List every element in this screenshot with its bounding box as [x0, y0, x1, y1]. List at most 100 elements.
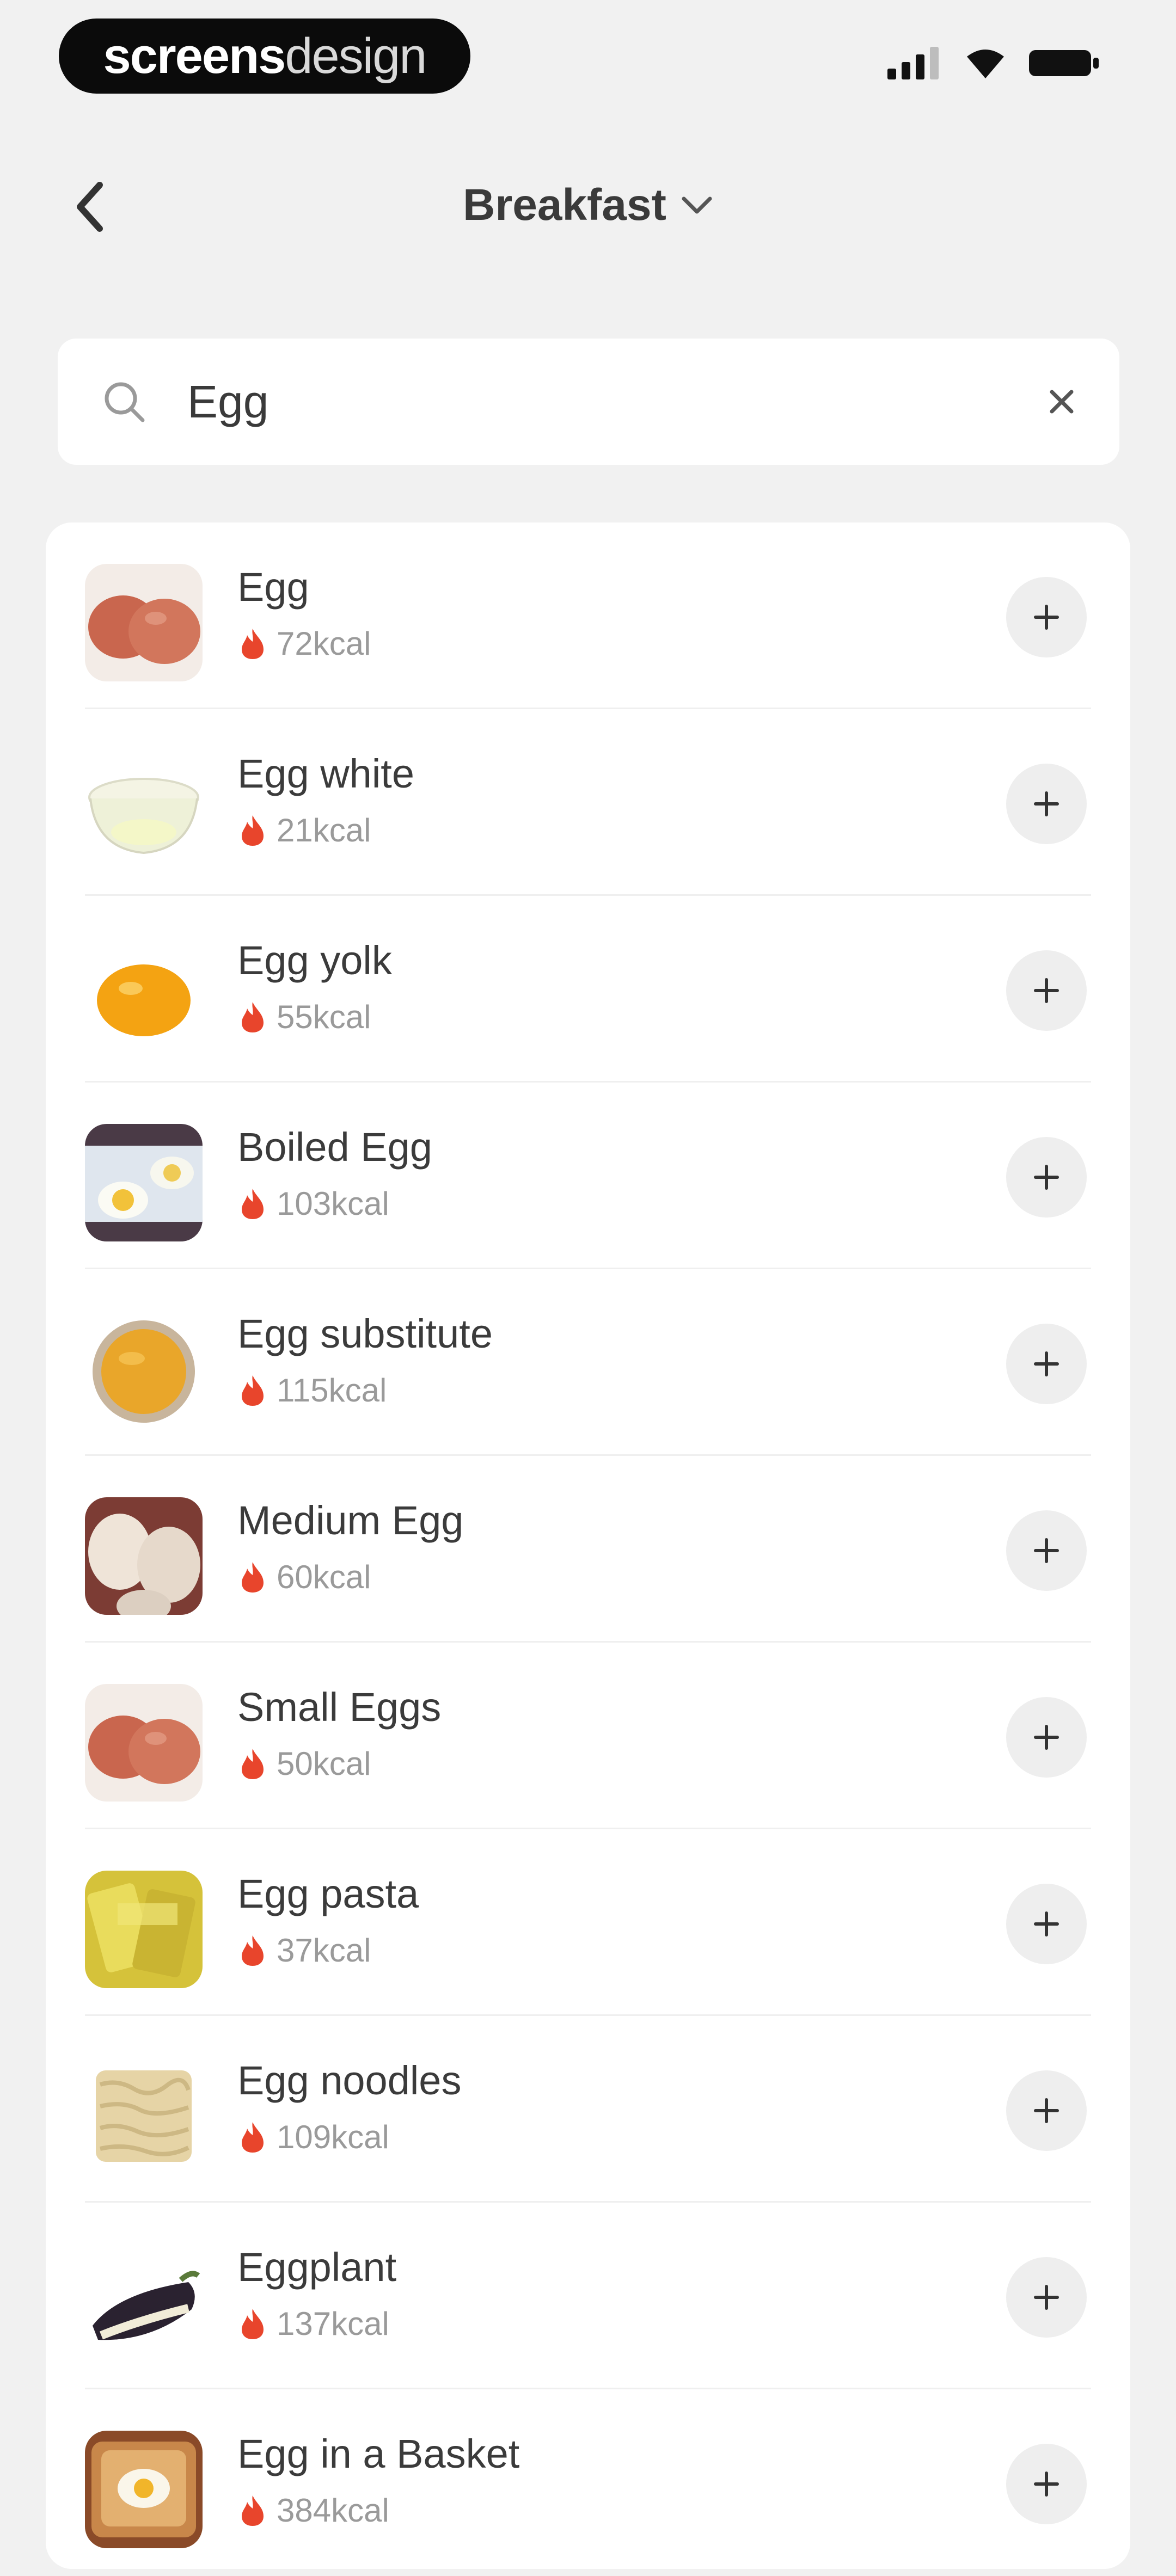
results-list: Egg 72kcal Egg white 21kcal Egg yolk 55kcal Bo… — [46, 522, 1130, 2569]
add-food-button[interactable] — [1006, 1324, 1087, 1404]
food-result-row[interactable]: Egg noodles 109kcal — [46, 2016, 1130, 2203]
food-kcal: 103kcal — [277, 1185, 389, 1222]
food-result-row[interactable]: Egg substitute 115kcal — [46, 1269, 1130, 1456]
food-thumbnail — [85, 1497, 203, 1615]
food-thumbnail — [85, 751, 203, 868]
food-name: Egg in a Basket — [237, 2431, 520, 2476]
food-name: Egg yolk — [237, 938, 392, 983]
food-result-row[interactable]: Egg white 21kcal — [46, 709, 1130, 896]
flame-icon — [242, 1748, 264, 1779]
add-food-button[interactable] — [1006, 764, 1087, 844]
brand-logo-bold: screens — [103, 28, 286, 84]
food-calories: 55kcal — [240, 998, 371, 1036]
flame-icon — [242, 1188, 264, 1219]
flame-icon — [242, 1935, 264, 1966]
food-thumbnail — [85, 2244, 203, 2362]
food-name: Small Eggs — [237, 1684, 442, 1730]
add-food-button[interactable] — [1006, 1137, 1087, 1218]
signal-icon — [887, 47, 939, 79]
plus-icon — [1034, 1911, 1059, 1936]
food-calories: 137kcal — [240, 2305, 389, 2343]
search-input[interactable] — [186, 366, 1005, 438]
food-calories: 50kcal — [240, 1745, 371, 1782]
flame-icon — [242, 2495, 264, 2526]
plus-icon — [1034, 1351, 1059, 1376]
food-name: Egg substitute — [237, 1311, 493, 1356]
food-result-row[interactable]: Egg in a Basket 384kcal — [46, 2389, 1130, 2576]
add-food-button[interactable] — [1006, 1697, 1087, 1778]
battery-icon — [1029, 50, 1099, 76]
plus-icon — [1034, 2285, 1059, 2310]
food-thumbnail — [85, 1684, 203, 1802]
food-thumbnail — [85, 2057, 203, 2175]
food-thumbnail — [85, 564, 203, 681]
add-food-button[interactable] — [1006, 2444, 1087, 2524]
food-kcal: 384kcal — [277, 2492, 389, 2529]
chevron-down-icon — [682, 196, 712, 214]
food-calories: 109kcal — [240, 2118, 389, 2156]
flame-icon — [242, 628, 264, 659]
close-icon — [1050, 390, 1074, 414]
add-food-button[interactable] — [1006, 1510, 1087, 1591]
food-result-row[interactable]: Small Eggs 50kcal — [46, 1643, 1130, 1829]
food-result-row[interactable]: Medium Egg 60kcal — [46, 1456, 1130, 1643]
food-name: Medium Egg — [237, 1498, 464, 1543]
food-calories: 384kcal — [240, 2492, 389, 2529]
flame-icon — [242, 815, 264, 846]
plus-icon — [1034, 2098, 1059, 2123]
brand-logo-light: design — [285, 28, 427, 84]
flame-icon — [242, 1375, 264, 1406]
page-title: Breakfast — [463, 180, 666, 230]
food-calories: 72kcal — [240, 625, 371, 662]
status-bar: screens design — [0, 0, 1176, 114]
plus-icon — [1034, 978, 1059, 1003]
food-kcal: 137kcal — [277, 2306, 389, 2342]
food-name: Egg — [237, 564, 309, 610]
food-kcal: 37kcal — [277, 1932, 371, 1969]
plus-icon — [1034, 1538, 1059, 1563]
food-calories: 37kcal — [240, 1932, 371, 1969]
food-kcal: 50kcal — [277, 1745, 371, 1782]
clear-search-button[interactable] — [1034, 374, 1089, 429]
food-kcal: 115kcal — [277, 1372, 387, 1409]
food-calories: 60kcal — [240, 1558, 371, 1596]
flame-icon — [242, 2122, 264, 2153]
food-result-row[interactable]: Eggplant 137kcal — [46, 2203, 1130, 2389]
food-thumbnail — [85, 937, 203, 1055]
food-kcal: 21kcal — [277, 812, 371, 849]
food-calories: 115kcal — [240, 1372, 387, 1409]
food-result-row[interactable]: Boiled Egg 103kcal — [46, 1083, 1130, 1269]
flame-icon — [242, 1561, 264, 1593]
food-name: Egg white — [237, 751, 414, 796]
food-name: Egg noodles — [237, 2058, 462, 2103]
food-name: Eggplant — [237, 2245, 397, 2290]
meal-selector[interactable]: Breakfast — [0, 180, 1176, 231]
food-thumbnail — [85, 1871, 203, 1988]
food-kcal: 109kcal — [277, 2119, 389, 2155]
plus-icon — [1034, 1725, 1059, 1750]
food-name: Boiled Egg — [237, 1124, 432, 1170]
brand-logo: screens design — [59, 19, 470, 94]
add-food-button[interactable] — [1006, 577, 1087, 657]
add-food-button[interactable] — [1006, 2070, 1087, 2151]
status-icons — [887, 47, 1100, 79]
plus-icon — [1034, 605, 1059, 630]
plus-icon — [1034, 791, 1059, 816]
food-thumbnail — [85, 2431, 203, 2548]
food-kcal: 55kcal — [277, 999, 371, 1035]
add-food-button[interactable] — [1006, 2257, 1087, 2338]
search-icon — [105, 382, 145, 422]
food-calories: 103kcal — [240, 1185, 389, 1222]
food-calories: 21kcal — [240, 811, 371, 849]
add-food-button[interactable] — [1006, 1884, 1087, 1964]
plus-icon — [1034, 1165, 1059, 1190]
flame-icon — [242, 1001, 264, 1032]
food-result-row[interactable]: Egg yolk 55kcal — [46, 896, 1130, 1083]
wifi-icon — [967, 50, 1004, 78]
food-thumbnail — [85, 1311, 203, 1428]
food-result-row[interactable]: Egg pasta 37kcal — [46, 1829, 1130, 2016]
food-thumbnail — [85, 1124, 203, 1241]
food-kcal: 60kcal — [277, 1559, 371, 1595]
add-food-button[interactable] — [1006, 950, 1087, 1031]
food-result-row[interactable]: Egg 72kcal — [46, 522, 1130, 709]
